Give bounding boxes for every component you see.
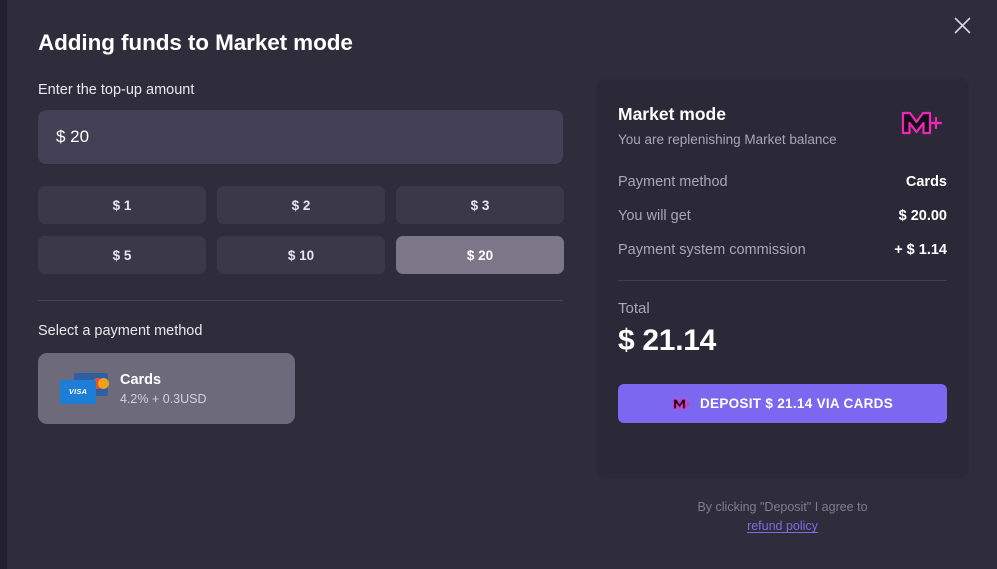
section-divider xyxy=(38,300,563,301)
visa-label: VISA xyxy=(68,387,88,396)
market-m-logo xyxy=(901,111,943,135)
payment-method-fee: 4.2% + 0.3USD xyxy=(120,392,207,407)
summary-divider xyxy=(618,280,947,281)
summary-row-key: You will get xyxy=(618,208,691,224)
summary-row: Payment system commission + $ 1.14 xyxy=(618,242,947,258)
amount-field-label: Enter the top-up amount xyxy=(38,82,195,98)
close-button[interactable] xyxy=(945,8,979,42)
preset-amount-button[interactable]: $ 1 xyxy=(38,186,206,224)
preset-amount-button[interactable]: $ 5 xyxy=(38,236,206,274)
total-label: Total xyxy=(618,300,650,317)
summary-row-key: Payment system commission xyxy=(618,242,806,258)
add-funds-modal: Adding funds to Market mode Enter the to… xyxy=(7,0,997,569)
summary-row-value: Cards xyxy=(905,174,947,190)
preset-amount-button-selected[interactable]: $ 20 xyxy=(396,236,564,274)
payment-method-name: Cards xyxy=(120,371,162,388)
payment-method-label: Select a payment method xyxy=(38,323,203,339)
preset-amount-button[interactable]: $ 10 xyxy=(217,236,385,274)
payment-method-cards[interactable]: VISA Cards 4.2% + 0.3USD xyxy=(38,353,295,424)
close-icon xyxy=(954,17,970,33)
summary-row-value: $ 20.00 xyxy=(898,208,947,224)
summary-row: Payment method Cards xyxy=(618,174,947,190)
preset-amount-grid: $ 1 $ 2 $ 3 $ 5 $ 10 $ 20 xyxy=(38,186,564,274)
preset-amount-button[interactable]: $ 2 xyxy=(217,186,385,224)
deposit-button[interactable]: DEPOSIT $ 21.14 VIA CARDS xyxy=(618,384,947,423)
credit-cards-icon: VISA xyxy=(52,371,110,407)
preset-amount-button[interactable]: $ 3 xyxy=(396,186,564,224)
summary-header: Market mode You are replenishing Market … xyxy=(618,104,947,147)
summary-row-value: + $ 1.14 xyxy=(894,242,947,258)
summary-title: Market mode xyxy=(618,104,726,124)
order-summary-panel: Market mode You are replenishing Market … xyxy=(596,78,969,478)
footer-agreement: By clicking "Deposit" I agree to refund … xyxy=(596,498,969,535)
refund-policy-link[interactable]: refund policy xyxy=(747,519,818,533)
total-amount: $ 21.14 xyxy=(618,324,716,357)
deposit-button-label: DEPOSIT $ 21.14 VIA CARDS xyxy=(699,396,894,411)
summary-row-key: Payment method xyxy=(618,174,728,190)
page-title: Adding funds to Market mode xyxy=(38,30,353,55)
summary-row: You will get $ 20.00 xyxy=(618,208,947,224)
summary-rows: Payment method Cards You will get $ 20.0… xyxy=(618,174,947,258)
amount-input[interactable]: $ 20 xyxy=(38,110,563,164)
summary-subtitle: You are replenishing Market balance xyxy=(618,132,837,147)
footer-agreement-text: By clicking "Deposit" I agree to xyxy=(697,500,868,514)
topup-form: Enter the top-up amount $ 20 $ 1 $ 2 $ 3… xyxy=(38,82,564,424)
market-m-logo-small xyxy=(672,398,691,409)
